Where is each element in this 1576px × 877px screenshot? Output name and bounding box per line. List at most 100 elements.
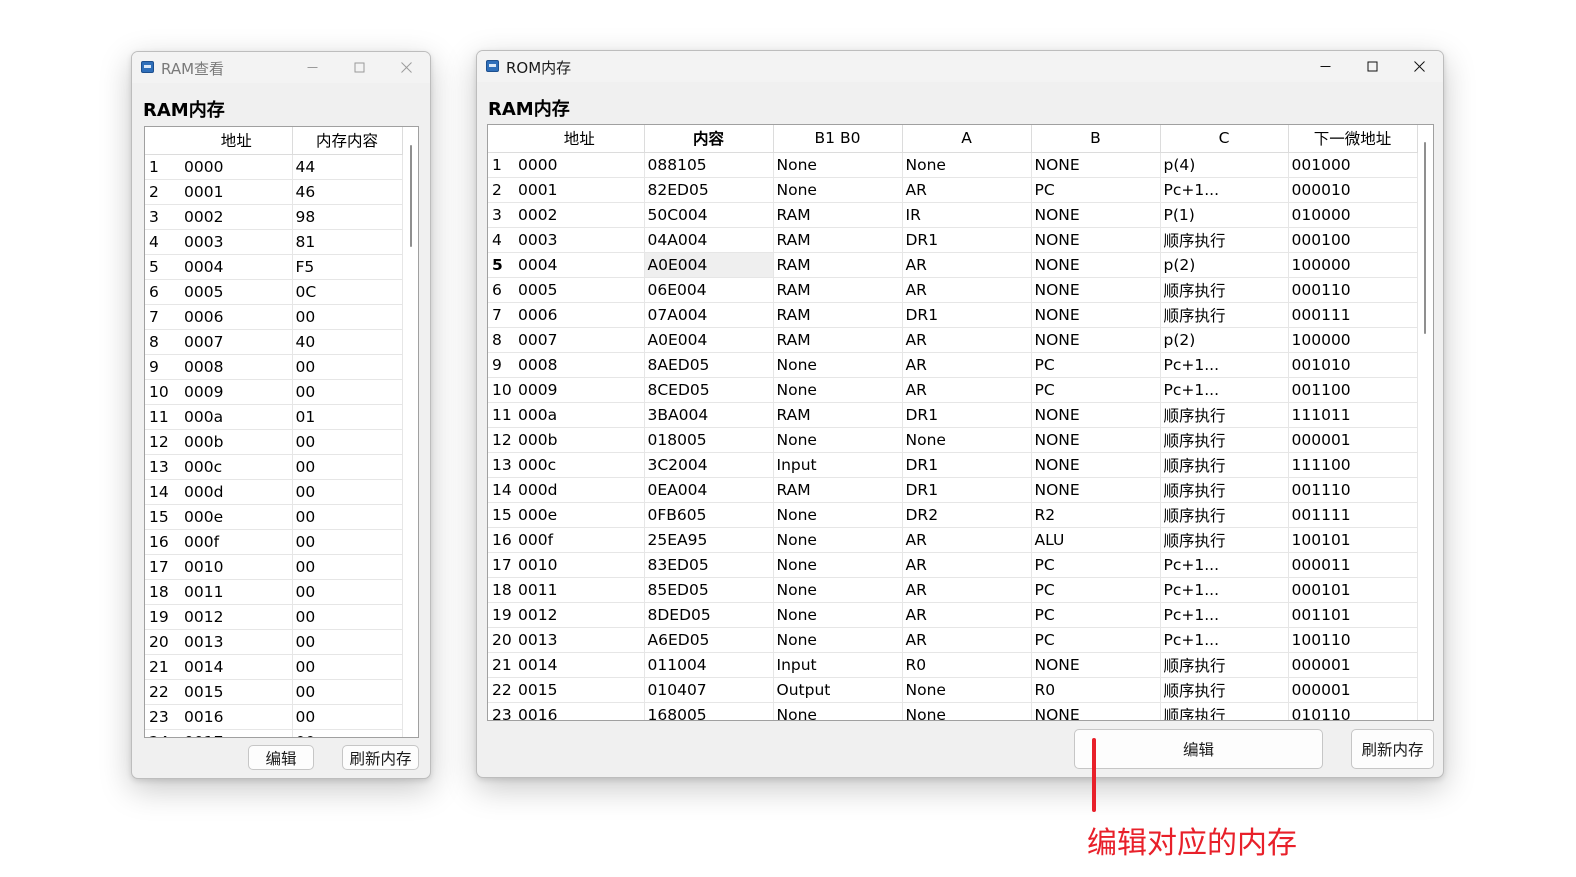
- b-cell[interactable]: NONE: [1031, 427, 1161, 453]
- address-cell[interactable]: 0004: [181, 254, 293, 280]
- next-address-cell[interactable]: 001110: [1288, 477, 1418, 503]
- address-cell[interactable]: 0007: [181, 329, 293, 355]
- next-address-cell[interactable]: 001111: [1288, 502, 1418, 528]
- b1b0-cell[interactable]: Output: [773, 677, 903, 703]
- table-row[interactable]: 10 0009 00: [145, 379, 403, 405]
- b1b0-cell[interactable]: RAM: [773, 402, 903, 428]
- c-cell[interactable]: p(2): [1160, 327, 1289, 353]
- a-cell[interactable]: R0: [902, 652, 1032, 678]
- address-cell[interactable]: 000d: [181, 479, 293, 505]
- b-cell[interactable]: ALU: [1031, 527, 1161, 553]
- address-cell[interactable]: 0008: [181, 354, 293, 380]
- b-cell[interactable]: NONE: [1031, 252, 1161, 278]
- address-cell[interactable]: 0017: [181, 729, 293, 737]
- b-cell[interactable]: NONE: [1031, 652, 1161, 678]
- address-cell[interactable]: 000f: [515, 527, 645, 553]
- content-cell[interactable]: 82ED05: [644, 177, 774, 203]
- next-address-cell[interactable]: 000001: [1288, 652, 1418, 678]
- memory-content-cell[interactable]: 00: [292, 729, 403, 737]
- address-cell[interactable]: 0001: [515, 177, 645, 203]
- table-row[interactable]: 22 0015 010407 Output None R0 顺序执行 000001: [488, 677, 1418, 703]
- c-cell[interactable]: Pc+1...: [1160, 577, 1289, 603]
- table-row[interactable]: 12 000b 018005 None None NONE 顺序执行 000001: [488, 427, 1418, 453]
- close-button[interactable]: [1396, 51, 1443, 82]
- next-address-cell[interactable]: 000001: [1288, 677, 1418, 703]
- c-cell[interactable]: 顺序执行: [1160, 402, 1289, 428]
- c-cell[interactable]: Pc+1...: [1160, 177, 1289, 203]
- address-cell[interactable]: 0014: [181, 654, 293, 680]
- b1b0-cell[interactable]: None: [773, 502, 903, 528]
- c-cell[interactable]: 顺序执行: [1160, 652, 1289, 678]
- table-row[interactable]: 16 000f 25EA95 None AR ALU 顺序执行 100101: [488, 527, 1418, 553]
- a-cell[interactable]: None: [902, 152, 1032, 178]
- c-cell[interactable]: 顺序执行: [1160, 502, 1289, 528]
- address-cell[interactable]: 000a: [515, 402, 645, 428]
- content-cell[interactable]: 011004: [644, 652, 774, 678]
- b1b0-cell[interactable]: None: [773, 702, 903, 720]
- column-header-b1b0[interactable]: B1 B0: [773, 125, 903, 153]
- column-header-a[interactable]: A: [902, 125, 1032, 153]
- next-address-cell[interactable]: 100000: [1288, 252, 1418, 278]
- b1b0-cell[interactable]: Input: [773, 652, 903, 678]
- table-row[interactable]: 9 0008 8AED05 None AR PC Pc+1... 001010: [488, 352, 1418, 378]
- address-cell[interactable]: 0013: [181, 629, 293, 655]
- a-cell[interactable]: AR: [902, 577, 1032, 603]
- address-cell[interactable]: 0006: [181, 304, 293, 330]
- table-row[interactable]: 9 0008 00: [145, 354, 403, 380]
- rom-edit-button[interactable]: 编辑: [1074, 729, 1323, 769]
- address-cell[interactable]: 0010: [181, 554, 293, 580]
- content-cell[interactable]: 3C2004: [644, 452, 774, 478]
- b1b0-cell[interactable]: None: [773, 427, 903, 453]
- content-cell[interactable]: A6ED05: [644, 627, 774, 653]
- table-row[interactable]: 6 0005 06E004 RAM AR NONE 顺序执行 000110: [488, 277, 1418, 303]
- b1b0-cell[interactable]: None: [773, 152, 903, 178]
- address-cell[interactable]: 000c: [181, 454, 293, 480]
- content-cell[interactable]: 85ED05: [644, 577, 774, 603]
- b1b0-cell[interactable]: RAM: [773, 302, 903, 328]
- table-row[interactable]: 19 0012 00: [145, 604, 403, 630]
- column-header-c[interactable]: C: [1160, 125, 1289, 153]
- next-address-cell[interactable]: 111011: [1288, 402, 1418, 428]
- table-row[interactable]: 3 0002 98: [145, 204, 403, 230]
- a-cell[interactable]: AR: [902, 552, 1032, 578]
- table-row[interactable]: 23 0016 168005 None None NONE 顺序执行 010110: [488, 702, 1418, 720]
- c-cell[interactable]: 顺序执行: [1160, 527, 1289, 553]
- table-row[interactable]: 21 0014 011004 Input R0 NONE 顺序执行 000001: [488, 652, 1418, 678]
- address-cell[interactable]: 000c: [515, 452, 645, 478]
- b-cell[interactable]: NONE: [1031, 702, 1161, 720]
- memory-content-cell[interactable]: 00: [292, 579, 403, 605]
- content-cell[interactable]: 06E004: [644, 277, 774, 303]
- next-address-cell[interactable]: 000100: [1288, 227, 1418, 253]
- next-address-cell[interactable]: 000101: [1288, 577, 1418, 603]
- memory-content-cell[interactable]: 00: [292, 604, 403, 630]
- content-cell[interactable]: 8AED05: [644, 352, 774, 378]
- table-row[interactable]: 15 000e 0FB605 None DR2 R2 顺序执行 001111: [488, 502, 1418, 528]
- content-cell[interactable]: 168005: [644, 702, 774, 720]
- next-address-cell[interactable]: 000011: [1288, 552, 1418, 578]
- c-cell[interactable]: 顺序执行: [1160, 427, 1289, 453]
- memory-content-cell[interactable]: 81: [292, 229, 403, 255]
- b1b0-cell[interactable]: RAM: [773, 252, 903, 278]
- a-cell[interactable]: AR: [902, 277, 1032, 303]
- content-cell[interactable]: 010407: [644, 677, 774, 703]
- table-row[interactable]: 1 0000 088105 None None NONE p(4) 001000: [488, 152, 1418, 178]
- b-cell[interactable]: PC: [1031, 602, 1161, 628]
- address-cell[interactable]: 000b: [515, 427, 645, 453]
- table-row[interactable]: 7 0006 07A004 RAM DR1 NONE 顺序执行 000111: [488, 302, 1418, 328]
- a-cell[interactable]: AR: [902, 377, 1032, 403]
- table-row[interactable]: 21 0014 00: [145, 654, 403, 680]
- memory-content-cell[interactable]: 00: [292, 304, 403, 330]
- table-row[interactable]: 6 0005 0C: [145, 279, 403, 305]
- memory-content-cell[interactable]: 44: [292, 154, 403, 180]
- c-cell[interactable]: Pc+1...: [1160, 552, 1289, 578]
- b1b0-cell[interactable]: RAM: [773, 327, 903, 353]
- table-row[interactable]: 8 0007 40: [145, 329, 403, 355]
- address-cell[interactable]: 0012: [181, 604, 293, 630]
- b-cell[interactable]: NONE: [1031, 327, 1161, 353]
- next-address-cell[interactable]: 010110: [1288, 702, 1418, 720]
- rom-microcode-table[interactable]: 地址 内容 B1 B0 A B C 下一微地址 1 0000 088105 None N…: [487, 124, 1434, 721]
- address-cell[interactable]: 0016: [181, 704, 293, 730]
- minimize-button[interactable]: [289, 52, 336, 83]
- content-cell[interactable]: 25EA95: [644, 527, 774, 553]
- column-header-b[interactable]: B: [1031, 125, 1161, 153]
